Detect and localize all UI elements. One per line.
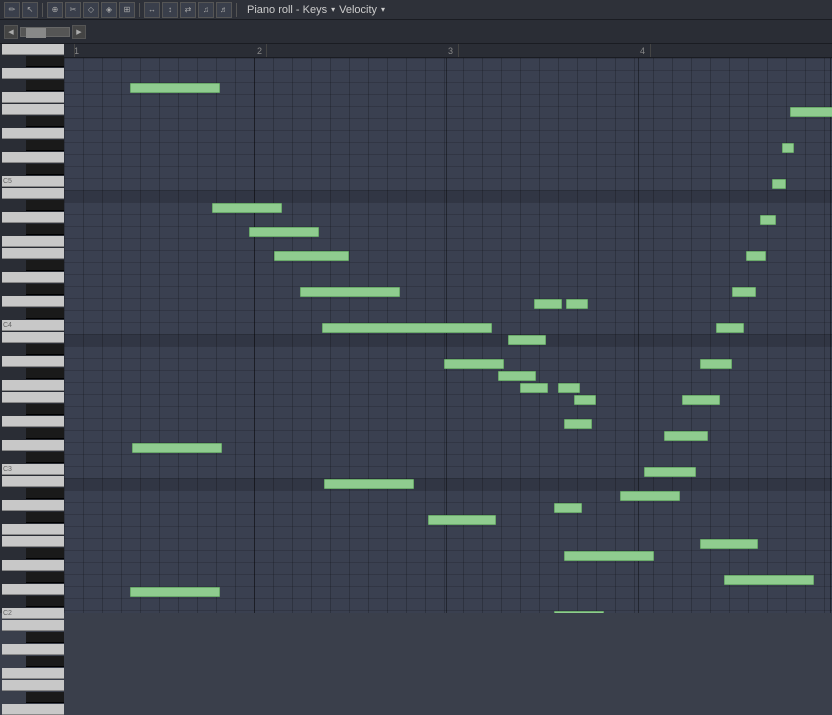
main-toolbar: ✏ ↖ ⊕ ✂ ◇ ◈ ⊞ ↔ ↕ ⇄ ♫ ♬ Piano roll - Key… xyxy=(0,0,832,20)
piano-key-label: C5 xyxy=(3,178,12,185)
velocity-label: Velocity xyxy=(339,4,377,16)
note-block[interactable] xyxy=(212,203,282,213)
secondary-toolbar: ◀ ▶ xyxy=(0,20,832,44)
beat-line xyxy=(446,58,447,613)
note-block[interactable] xyxy=(732,287,756,297)
note-block[interactable] xyxy=(130,587,220,597)
note-block[interactable] xyxy=(534,299,562,309)
note-block[interactable] xyxy=(574,395,596,405)
window-title-area: Piano roll - Keys ▾ Velocity ▾ xyxy=(247,4,385,16)
note-block[interactable] xyxy=(620,491,680,501)
c-row-highlight xyxy=(64,190,832,202)
beat-line xyxy=(254,58,255,613)
note-block[interactable] xyxy=(566,299,588,309)
note-block[interactable] xyxy=(520,383,548,393)
scroll-left-btn[interactable]: ◀ xyxy=(4,25,18,39)
note-block[interactable] xyxy=(682,395,720,405)
tool-pencil[interactable]: ✏ xyxy=(4,2,20,18)
note-block[interactable] xyxy=(772,179,786,189)
tool-flip-v[interactable]: ↕ xyxy=(162,2,178,18)
note-block[interactable] xyxy=(746,251,766,261)
ruler-mark: 3 xyxy=(448,46,453,56)
c-row-highlight xyxy=(64,478,832,490)
tool-zoom[interactable]: ⊞ xyxy=(119,2,135,18)
note-block[interactable] xyxy=(724,575,814,585)
beat-line-ruler xyxy=(458,44,459,57)
note-block[interactable] xyxy=(790,107,832,117)
separator-1 xyxy=(42,3,43,17)
window-title: Piano roll - Keys xyxy=(247,4,327,16)
note-block[interactable] xyxy=(428,515,496,525)
note-block[interactable] xyxy=(644,467,696,477)
tool-select[interactable]: ↖ xyxy=(22,2,38,18)
note-block[interactable] xyxy=(132,443,222,453)
beat-line xyxy=(638,58,639,613)
timeline-ruler: 12345 xyxy=(64,44,832,58)
note-block[interactable] xyxy=(274,251,349,261)
c-row-highlight xyxy=(64,334,832,346)
note-grid[interactable] xyxy=(64,58,832,613)
note-block[interactable] xyxy=(498,371,536,381)
note-block[interactable] xyxy=(508,335,546,345)
beat-line xyxy=(830,58,831,613)
note-block[interactable] xyxy=(558,383,580,393)
piano-keyboard: C5C4C3C2 xyxy=(0,44,64,613)
note-block[interactable] xyxy=(564,419,592,429)
note-block[interactable] xyxy=(322,323,492,333)
note-block[interactable] xyxy=(782,143,794,153)
tool-chord[interactable]: ♫ xyxy=(198,2,214,18)
scroll-right-btn[interactable]: ▶ xyxy=(72,25,86,39)
beat-line-ruler xyxy=(650,44,651,57)
velocity-dropdown-arrow[interactable]: ▾ xyxy=(381,5,385,14)
note-block[interactable] xyxy=(700,359,732,369)
tool-magnet[interactable]: ⊕ xyxy=(47,2,63,18)
note-block[interactable] xyxy=(700,539,758,549)
note-block[interactable] xyxy=(664,431,708,441)
note-block[interactable] xyxy=(554,503,582,513)
note-block[interactable] xyxy=(760,215,776,225)
piano-key-label: C4 xyxy=(3,322,12,329)
tool-reverse[interactable]: ⇄ xyxy=(180,2,196,18)
beat-line-ruler xyxy=(266,44,267,57)
tool-flip-h[interactable]: ↔ xyxy=(144,2,160,18)
note-block[interactable] xyxy=(300,287,400,297)
tool-glue[interactable]: ◇ xyxy=(83,2,99,18)
main-area: C5C4C3C2 12345 xyxy=(0,44,832,613)
separator-2 xyxy=(139,3,140,17)
ruler-mark: 2 xyxy=(257,46,262,56)
tool-arp[interactable]: ♬ xyxy=(216,2,232,18)
note-block[interactable] xyxy=(716,323,744,333)
keys-dropdown-arrow[interactable]: ▾ xyxy=(331,5,335,14)
note-block[interactable] xyxy=(130,83,220,93)
zoom-slider[interactable] xyxy=(20,27,70,37)
ruler-mark: 4 xyxy=(640,46,645,56)
zoom-slider-thumb[interactable] xyxy=(26,28,46,38)
piano-key-label: C2 xyxy=(3,610,12,617)
note-block[interactable] xyxy=(444,359,504,369)
grid-container: 12345 xyxy=(64,44,832,613)
piano-key-label: C3 xyxy=(3,466,12,473)
separator-3 xyxy=(236,3,237,17)
note-block[interactable] xyxy=(324,479,414,489)
note-block[interactable] xyxy=(564,551,654,561)
tool-mute[interactable]: ◈ xyxy=(101,2,117,18)
beat-line-ruler xyxy=(74,44,75,57)
tool-cut[interactable]: ✂ xyxy=(65,2,81,18)
note-block[interactable] xyxy=(249,227,319,237)
